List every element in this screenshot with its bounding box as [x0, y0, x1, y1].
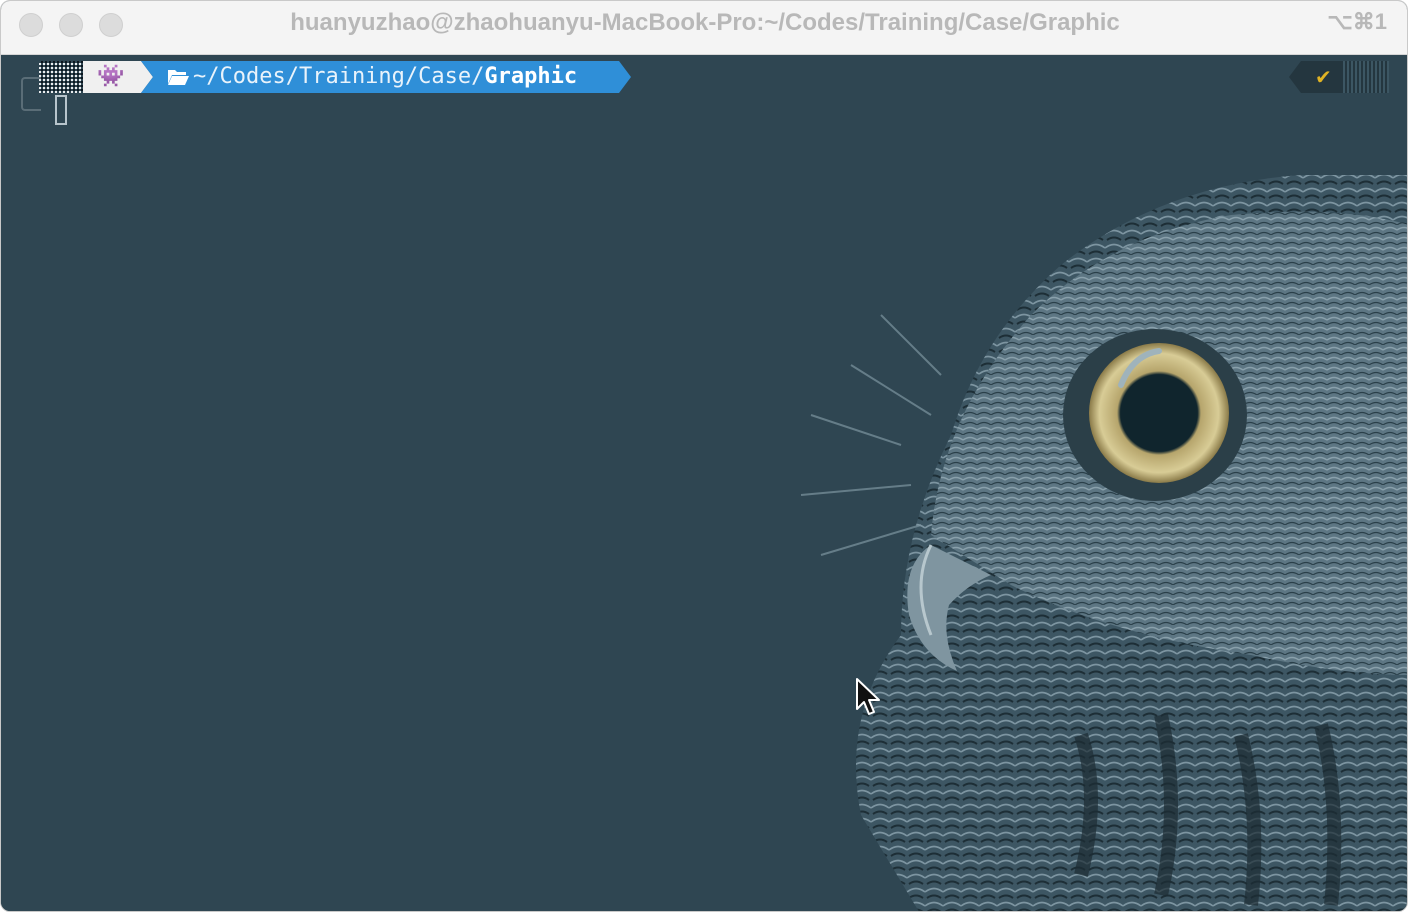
right-prompt: ✔: [1289, 61, 1389, 93]
text-cursor: [55, 95, 67, 125]
owl-background-image: [800, 175, 1407, 911]
directory-path-prefix: ~/Codes/Training/Case/: [193, 64, 485, 89]
window-shortcut: ⌥⌘1: [1327, 9, 1387, 34]
window-title: huanyuzhao@zhaohuanyu-MacBook-Pro:~/Code…: [290, 9, 1120, 36]
terminal-pane[interactable]: 👾 ~/Codes/Training/Case/Graphic ✔: [1, 55, 1407, 911]
prompt-dither-decoration: [39, 61, 85, 93]
mouse-pointer-icon: [856, 678, 880, 715]
right-prompt-separator: [1289, 61, 1301, 93]
title-bar: huanyuzhao@zhaohuanyu-MacBook-Pro:~/Code…: [1, 1, 1407, 55]
current-directory: ~/Codes/Training/Case/Graphic: [193, 62, 577, 92]
alien-icon: 👾: [97, 64, 125, 89]
folder-open-icon: [168, 70, 189, 85]
check-icon: ✔: [1315, 65, 1332, 89]
terminal-window: huanyuzhao@zhaohuanyu-MacBook-Pro:~/Code…: [0, 0, 1408, 912]
directory-current-folder: Graphic: [484, 64, 578, 89]
right-prompt-dither-decoration: [1343, 61, 1389, 93]
prompt-dir-separator: [619, 61, 631, 93]
prompt-line-bracket: [21, 77, 41, 111]
prompt-dir-separator-tail: [141, 61, 153, 93]
